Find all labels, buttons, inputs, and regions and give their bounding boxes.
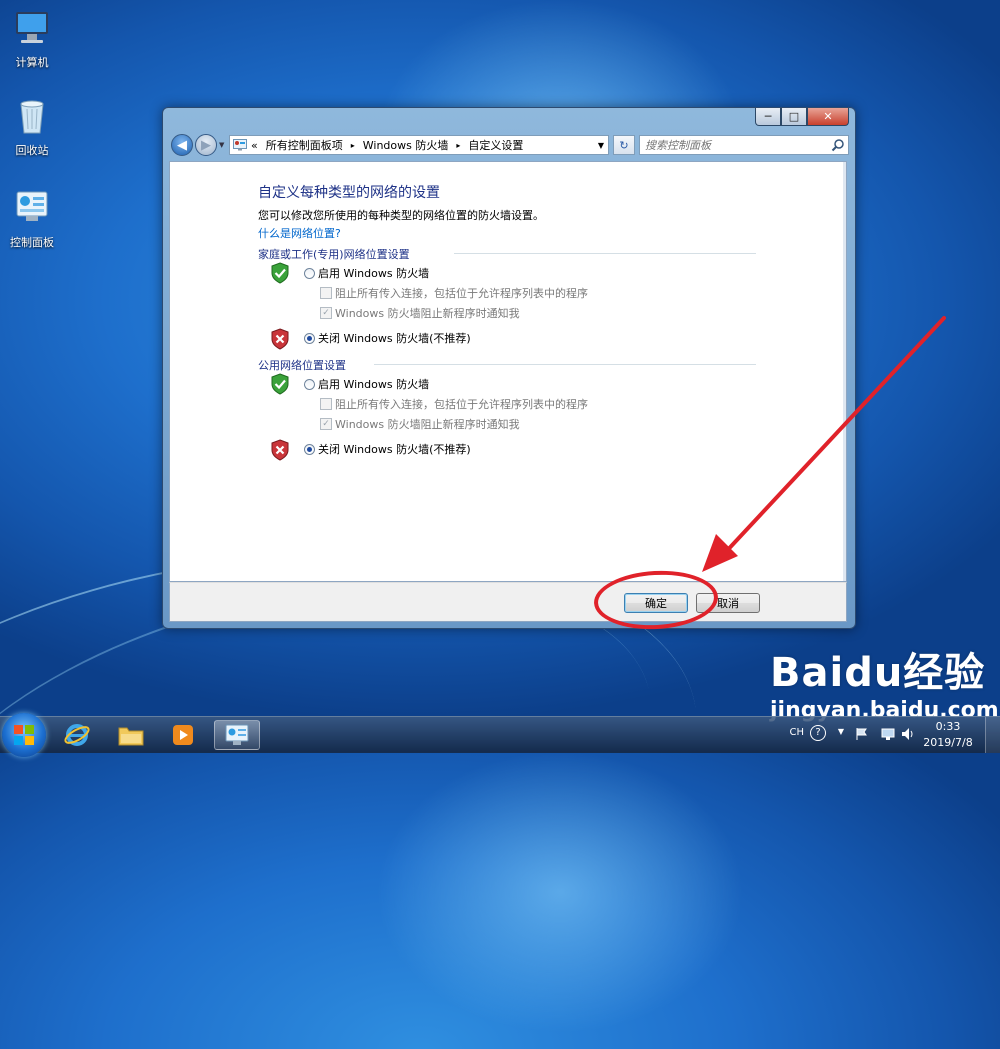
section-divider: [454, 253, 756, 254]
address-dropdown-icon[interactable]: ▼: [598, 141, 604, 150]
navigation-bar: ◀ ▶ ▼ « 所有控制面板项 ▸ Windows 防火墙 ▸ 自定义设置 ▼ …: [169, 133, 849, 159]
private-notify-label: Windows 防火墙阻止新程序时通知我: [335, 307, 520, 320]
breadcrumb-customize-settings[interactable]: 自定义设置: [468, 137, 523, 153]
public-enable-firewall-radio[interactable]: [304, 379, 315, 390]
section-divider: [374, 364, 756, 365]
recycle-bin-icon: [20, 100, 44, 134]
taskbar-file-explorer[interactable]: [108, 720, 154, 750]
green-shield-check-icon: [271, 373, 289, 395]
desktop-icon-control-panel[interactable]: 控制面板: [0, 188, 64, 250]
breadcrumb-all-control-panel-items[interactable]: 所有控制面板项: [266, 137, 343, 153]
tray-expand-icon[interactable]: ▼: [838, 727, 844, 736]
forward-arrow-icon: ▶: [201, 137, 211, 153]
scrollbar-edge: [843, 162, 846, 581]
desktop-icon-label: 回收站: [15, 144, 49, 157]
private-enable-firewall-radio[interactable]: [304, 268, 315, 279]
control-panel-icon: [233, 139, 247, 151]
breadcrumb-overflow[interactable]: «: [251, 139, 258, 152]
taskbar: CH ? ▼ 0:33 2019/7/8: [0, 713, 1000, 757]
public-notify-label: Windows 防火墙阻止新程序时通知我: [335, 418, 520, 431]
search-box[interactable]: [639, 135, 849, 155]
public-enable-firewall-label[interactable]: 启用 Windows 防火墙: [318, 376, 429, 392]
clock[interactable]: 0:33 2019/7/8: [918, 719, 978, 751]
page-title: 自定义每种类型的网络的设置: [258, 185, 440, 201]
private-disable-firewall-label[interactable]: 关闭 Windows 防火墙(不推荐): [318, 330, 471, 346]
settings-content: 自定义每种类型的网络的设置 您可以修改您所使用的每种类型的网络位置的防火墙设置。…: [169, 161, 847, 582]
private-enable-firewall-label[interactable]: 启用 Windows 防火墙: [318, 265, 429, 281]
refresh-button[interactable]: ↻: [613, 135, 635, 155]
show-desktop-button[interactable]: [985, 717, 1000, 753]
clock-time: 0:33: [935, 720, 961, 733]
folder-icon: [118, 727, 144, 746]
taskbar-media-player[interactable]: [160, 720, 206, 750]
recent-pages-dropdown-icon[interactable]: ▼: [219, 141, 224, 149]
desktop-icon-computer[interactable]: 计算机: [0, 8, 64, 70]
back-arrow-icon: ◀: [177, 137, 187, 153]
control-panel-icon: [225, 724, 249, 745]
maximize-button[interactable]: □: [781, 108, 807, 126]
page-description: 您可以修改您所使用的每种类型的网络位置的防火墙设置。: [258, 209, 544, 222]
internet-explorer-icon: [64, 724, 90, 746]
public-notify-checkbox[interactable]: ✓: [320, 418, 332, 430]
back-button[interactable]: ◀: [171, 134, 193, 156]
public-disable-firewall-label[interactable]: 关闭 Windows 防火墙(不推荐): [318, 441, 471, 457]
desktop-icon-label: 计算机: [15, 56, 49, 69]
watermark-logo: Baidu经验: [770, 650, 986, 696]
action-center-flag-icon[interactable]: [854, 726, 870, 742]
private-disable-firewall-radio[interactable]: [304, 333, 315, 344]
taskbar-control-panel[interactable]: [214, 720, 260, 750]
desktop-icon-label: 控制面板: [10, 236, 54, 249]
breadcrumb-separator-icon[interactable]: ▸: [351, 141, 355, 150]
control-panel-icon: [16, 191, 48, 221]
private-network-section-title: 家庭或工作(专用)网络位置设置: [258, 248, 410, 261]
language-indicator[interactable]: CH: [789, 727, 804, 738]
forward-button[interactable]: ▶: [195, 134, 217, 156]
firewall-settings-window: ─ □ ✕ ◀ ▶ ▼ « 所有控制面板项 ▸ Windows 防火墙 ▸ 自定…: [162, 107, 856, 629]
computer-icon: [16, 12, 48, 43]
search-icon[interactable]: [831, 138, 845, 152]
breadcrumb-windows-firewall[interactable]: Windows 防火墙: [363, 137, 449, 153]
public-block-incoming-checkbox[interactable]: [320, 398, 332, 410]
taskbar-internet-explorer[interactable]: [54, 720, 100, 750]
clock-date: 2019/7/8: [923, 736, 973, 749]
green-shield-check-icon: [271, 262, 289, 284]
private-block-incoming-checkbox[interactable]: [320, 287, 332, 299]
private-notify-checkbox[interactable]: ✓: [320, 307, 332, 319]
help-icon[interactable]: ?: [810, 725, 826, 741]
media-player-icon: [173, 725, 193, 745]
dialog-footer: 确定 取消: [169, 582, 847, 622]
private-block-incoming-label: 阻止所有传入连接，包括位于允许程序列表中的程序: [335, 287, 588, 300]
volume-icon[interactable]: [900, 726, 916, 742]
desktop-icon-recycle-bin[interactable]: 回收站: [0, 96, 64, 158]
close-button[interactable]: ✕: [807, 108, 849, 126]
public-disable-firewall-radio[interactable]: [304, 444, 315, 455]
network-location-help-link[interactable]: 什么是网络位置?: [258, 225, 341, 241]
address-bar[interactable]: « 所有控制面板项 ▸ Windows 防火墙 ▸ 自定义设置 ▼: [229, 135, 609, 155]
network-icon[interactable]: [880, 726, 896, 742]
breadcrumb-separator-icon[interactable]: ▸: [456, 141, 460, 150]
start-button[interactable]: [2, 713, 46, 757]
red-shield-x-icon: [271, 439, 289, 461]
minimize-button[interactable]: ─: [755, 108, 781, 126]
public-network-section-title: 公用网络位置设置: [258, 359, 346, 372]
search-input[interactable]: [640, 138, 825, 152]
public-block-incoming-label: 阻止所有传入连接，包括位于允许程序列表中的程序: [335, 398, 588, 411]
refresh-icon: ↻: [619, 138, 629, 152]
red-shield-x-icon: [271, 328, 289, 350]
baidu-jingyan-watermark: Baidu经验 jingyan.baidu.com: [770, 640, 999, 723]
caption-buttons: ─ □ ✕: [755, 108, 849, 126]
